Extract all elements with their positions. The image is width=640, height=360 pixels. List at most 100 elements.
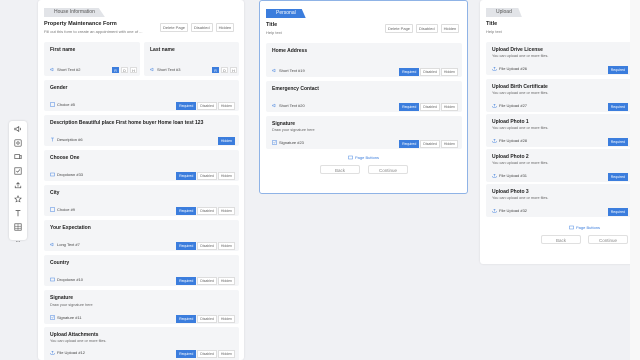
continue-button[interactable]: Continue — [368, 165, 408, 174]
question-card[interactable]: Upload Photo 2 You can upload one or mor… — [486, 149, 640, 182]
question-title: City — [50, 190, 60, 196]
page-buttons-toggle[interactable]: Page Buttons — [348, 155, 379, 160]
required-toggle[interactable]: Required — [176, 172, 197, 180]
continue-button[interactable]: Continue — [588, 235, 628, 244]
question-card[interactable]: City Choice #9 Required Disabled Hidden — [44, 185, 239, 216]
vertical-scrollbar[interactable] — [630, 0, 640, 360]
checkbox-icon[interactable] — [9, 165, 27, 177]
page-tab[interactable]: Personal — [266, 9, 306, 18]
disabled-toggle[interactable]: Disabled — [420, 103, 440, 111]
question-card[interactable]: Your Expectation Long Text #7 Required Di… — [44, 220, 239, 251]
required-toggle[interactable]: Required — [607, 208, 628, 216]
question-card[interactable]: Signature Draw your signature here Signa… — [44, 290, 239, 324]
hidden-toggle[interactable]: Hidden — [217, 315, 235, 323]
question-card[interactable]: Choose One Dropdown #33 Required Disabled… — [44, 150, 239, 181]
question-card[interactable]: Last name Short Text #3 RDH — [144, 42, 239, 76]
disabled-toggle[interactable]: Disabled — [197, 350, 217, 358]
hidden-toggle[interactable]: Hidden — [215, 23, 235, 32]
hidden-mini-toggle[interactable]: H — [130, 67, 137, 73]
disabled-toggle[interactable]: Disabled — [197, 277, 217, 285]
question-card[interactable]: Gender Choice #5 Required Disabled Hidden — [44, 80, 239, 111]
question-card[interactable]: Home Address Short Text #19 Required Disa… — [266, 43, 462, 77]
back-button[interactable]: Back — [541, 235, 581, 244]
required-toggle[interactable]: Required — [607, 103, 628, 111]
choice-icon — [50, 207, 55, 212]
hidden-toggle[interactable]: Hidden — [217, 137, 235, 145]
question-mini-controls: RDH — [212, 67, 237, 73]
required-toggle[interactable]: Required — [176, 242, 197, 250]
page-tab[interactable]: House Information — [44, 8, 105, 17]
required-toggle[interactable]: Required — [399, 103, 420, 111]
question-card[interactable]: Upload Photo 3 You can upload one or mor… — [486, 184, 640, 217]
hidden-toggle[interactable]: Hidden — [217, 242, 235, 250]
disabled-toggle[interactable]: Disabled — [420, 68, 440, 76]
required-toggle[interactable]: Required — [176, 315, 197, 323]
question-type-label: Signature #11 — [57, 315, 82, 320]
hidden-toggle[interactable]: Hidden — [217, 102, 235, 110]
star-icon[interactable] — [9, 193, 27, 205]
disabled-toggle[interactable]: Disabled — [191, 23, 213, 32]
question-type: Dropdown #33 — [50, 172, 83, 177]
question-card[interactable]: Description Beautiful place First home b… — [44, 115, 239, 146]
question-type-label: Short Text #19 — [279, 68, 305, 73]
question-type-label: Signature #23 — [279, 140, 304, 145]
upload-icon[interactable] — [9, 179, 27, 191]
required-toggle[interactable]: Required — [607, 66, 628, 74]
hidden-toggle[interactable]: Hidden — [440, 140, 458, 148]
hidden-toggle[interactable]: Hidden — [440, 24, 460, 33]
disabled-toggle[interactable]: Disabled — [197, 207, 217, 215]
required-mini-toggle[interactable]: R — [212, 67, 219, 73]
more-icon[interactable]: ... — [9, 235, 27, 247]
hidden-toggle[interactable]: Hidden — [217, 207, 235, 215]
hidden-toggle[interactable]: Hidden — [440, 68, 458, 76]
hidden-toggle[interactable]: Hidden — [440, 103, 458, 111]
question-type-label: Short Text #3 — [157, 67, 181, 72]
question-state-buttons: Required Disabled Hidden — [176, 207, 235, 215]
text-icon[interactable] — [9, 207, 27, 219]
back-button[interactable]: Back — [320, 165, 360, 174]
disabled-mini-toggle[interactable]: D — [221, 67, 228, 73]
hidden-mini-toggle[interactable]: H — [230, 67, 237, 73]
disabled-toggle[interactable]: Disabled — [416, 24, 438, 33]
question-type-label: Description #6 — [57, 137, 83, 142]
disabled-toggle[interactable]: Disabled — [197, 315, 217, 323]
disabled-toggle[interactable]: Disabled — [197, 102, 217, 110]
required-toggle[interactable]: Required — [176, 277, 197, 285]
question-description: Draw your signature here — [272, 128, 315, 132]
question-card[interactable]: First name Short Text #2 RDH — [44, 42, 140, 76]
file-upload-icon — [492, 66, 497, 71]
question-card[interactable]: Country Dropdown #10 Required Disabled Hid… — [44, 255, 239, 286]
required-toggle[interactable]: Required — [399, 140, 420, 148]
disabled-toggle[interactable]: Disabled — [197, 172, 217, 180]
required-toggle[interactable]: Required — [176, 350, 197, 358]
disabled-mini-toggle[interactable]: D — [121, 67, 128, 73]
table-icon[interactable] — [9, 221, 27, 233]
required-toggle[interactable]: Required — [607, 138, 628, 146]
question-card[interactable]: Emergency Contact Short Text #20 Require… — [266, 81, 462, 112]
hidden-toggle[interactable]: Hidden — [217, 350, 235, 358]
required-toggle[interactable]: Required — [176, 207, 197, 215]
image-icon[interactable] — [9, 137, 27, 149]
video-icon[interactable] — [9, 151, 27, 163]
disabled-toggle[interactable]: Disabled — [420, 140, 440, 148]
question-card[interactable]: Upload Birth Certificate You can upload … — [486, 79, 640, 112]
delete-page-button[interactable]: Delete Page — [385, 24, 414, 33]
question-type: Short Text #2 — [50, 67, 81, 72]
hidden-toggle[interactable]: Hidden — [217, 172, 235, 180]
required-toggle[interactable]: Required — [399, 68, 420, 76]
page-tab[interactable]: Upload — [486, 8, 522, 17]
question-card[interactable]: Upload Attachments You can upload one or… — [44, 327, 239, 360]
description-icon — [51, 137, 54, 142]
question-card[interactable]: Upload Drive License You can upload one … — [486, 42, 640, 75]
question-type: Description #6 — [50, 137, 83, 142]
page-buttons-toggle[interactable]: Page Buttons — [569, 225, 600, 230]
question-card[interactable]: Upload Photo 1 You can upload one or mor… — [486, 114, 640, 147]
hidden-toggle[interactable]: Hidden — [217, 277, 235, 285]
audio-icon[interactable] — [9, 123, 27, 135]
required-toggle[interactable]: Required — [607, 173, 628, 181]
disabled-toggle[interactable]: Disabled — [197, 242, 217, 250]
question-card[interactable]: Signature Draw your signature here Signa… — [266, 116, 462, 149]
delete-page-button[interactable]: Delete Page — [160, 23, 189, 32]
required-mini-toggle[interactable]: R — [112, 67, 119, 73]
required-toggle[interactable]: Required — [176, 102, 197, 110]
